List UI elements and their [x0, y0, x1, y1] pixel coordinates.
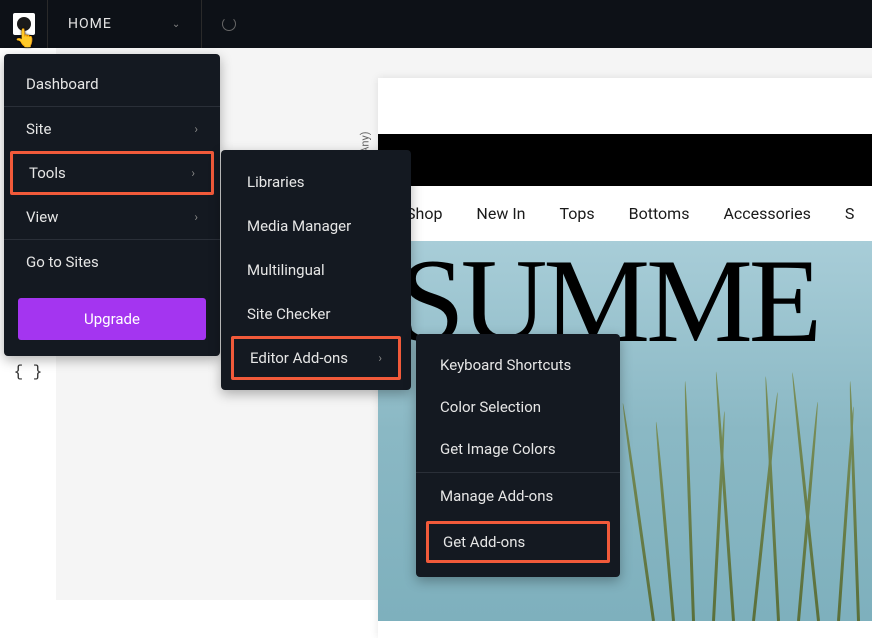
nav-link[interactable]: Accessories — [723, 204, 810, 223]
menu-label: Media Manager — [247, 217, 351, 235]
page-selector-label: HOME — [68, 16, 112, 32]
loading-spinner-icon — [222, 17, 236, 31]
highlight-editor-addons: Editor Add-ons › — [231, 336, 401, 380]
chevron-right-icon: › — [194, 122, 198, 136]
menu-site-checker[interactable]: Site Checker — [221, 292, 411, 336]
chevron-right-icon: › — [194, 210, 198, 224]
page-selector-dropdown[interactable]: HOME ⌄ — [48, 0, 202, 48]
upgrade-button[interactable]: Upgrade — [18, 298, 206, 340]
menu-label: View — [26, 208, 58, 226]
highlight-tools: Tools › — [10, 151, 214, 195]
chevron-right-icon: › — [378, 351, 382, 365]
highlight-get-addons: Get Add-ons — [426, 521, 610, 563]
menu-dashboard[interactable]: Dashboard — [4, 62, 220, 106]
menu-get-image-colors[interactable]: Get Image Colors — [416, 428, 620, 470]
menu-label: Get Add-ons — [443, 533, 525, 551]
hero-image-grass — [632, 361, 872, 621]
tools-submenu: Libraries Media Manager Multilingual Sit… — [221, 150, 411, 390]
menu-label: Get Image Colors — [440, 440, 556, 458]
menu-label: Tools — [29, 164, 66, 182]
menu-label: Multilingual — [247, 261, 325, 279]
menu-label: Keyboard Shortcuts — [440, 356, 571, 374]
menu-label: Go to Sites — [26, 253, 99, 271]
page-nav: Shop New In Tops Bottoms Accessories S — [378, 186, 872, 241]
menu-go-to-sites[interactable]: Go to Sites — [4, 240, 220, 284]
main-menu: Dashboard Site › Tools › View › Go to Si… — [4, 54, 220, 356]
topbar: 👆 HOME ⌄ — [0, 0, 872, 48]
menu-label: Manage Add-ons — [440, 487, 553, 505]
menu-keyboard-shortcuts[interactable]: Keyboard Shortcuts — [416, 344, 620, 386]
menu-editor-addons[interactable]: Editor Add-ons › — [234, 339, 398, 377]
nav-link[interactable]: New In — [476, 204, 525, 223]
menu-media-manager[interactable]: Media Manager — [221, 204, 411, 248]
editor-addons-submenu: Keyboard Shortcuts Color Selection Get I… — [416, 334, 620, 577]
menu-tools[interactable]: Tools › — [13, 154, 211, 192]
menu-label: Libraries — [247, 173, 305, 191]
nav-link[interactable]: Bottoms — [629, 204, 690, 223]
menu-get-addons[interactable]: Get Add-ons — [429, 524, 607, 560]
chevron-down-icon: ⌄ — [172, 19, 181, 30]
logo-button[interactable] — [0, 0, 48, 48]
menu-label: Site Checker — [247, 305, 330, 323]
page-header-bar — [378, 134, 872, 186]
menu-libraries[interactable]: Libraries — [221, 160, 411, 204]
menu-label: Editor Add-ons — [250, 349, 348, 367]
nav-link[interactable]: S — [845, 204, 855, 223]
chevron-right-icon: › — [191, 166, 195, 180]
menu-color-selection[interactable]: Color Selection — [416, 386, 620, 428]
upgrade-label: Upgrade — [84, 310, 140, 328]
menu-multilingual[interactable]: Multilingual — [221, 248, 411, 292]
menu-label: Dashboard — [26, 75, 99, 93]
nav-link[interactable]: Shop — [406, 204, 442, 223]
menu-site[interactable]: Site › — [4, 107, 220, 151]
menu-view[interactable]: View › — [4, 195, 220, 239]
menu-label: Color Selection — [440, 398, 541, 416]
menu-manage-addons[interactable]: Manage Add-ons — [416, 475, 620, 517]
nav-link[interactable]: Tops — [560, 204, 595, 223]
menu-label: Site — [26, 120, 51, 138]
